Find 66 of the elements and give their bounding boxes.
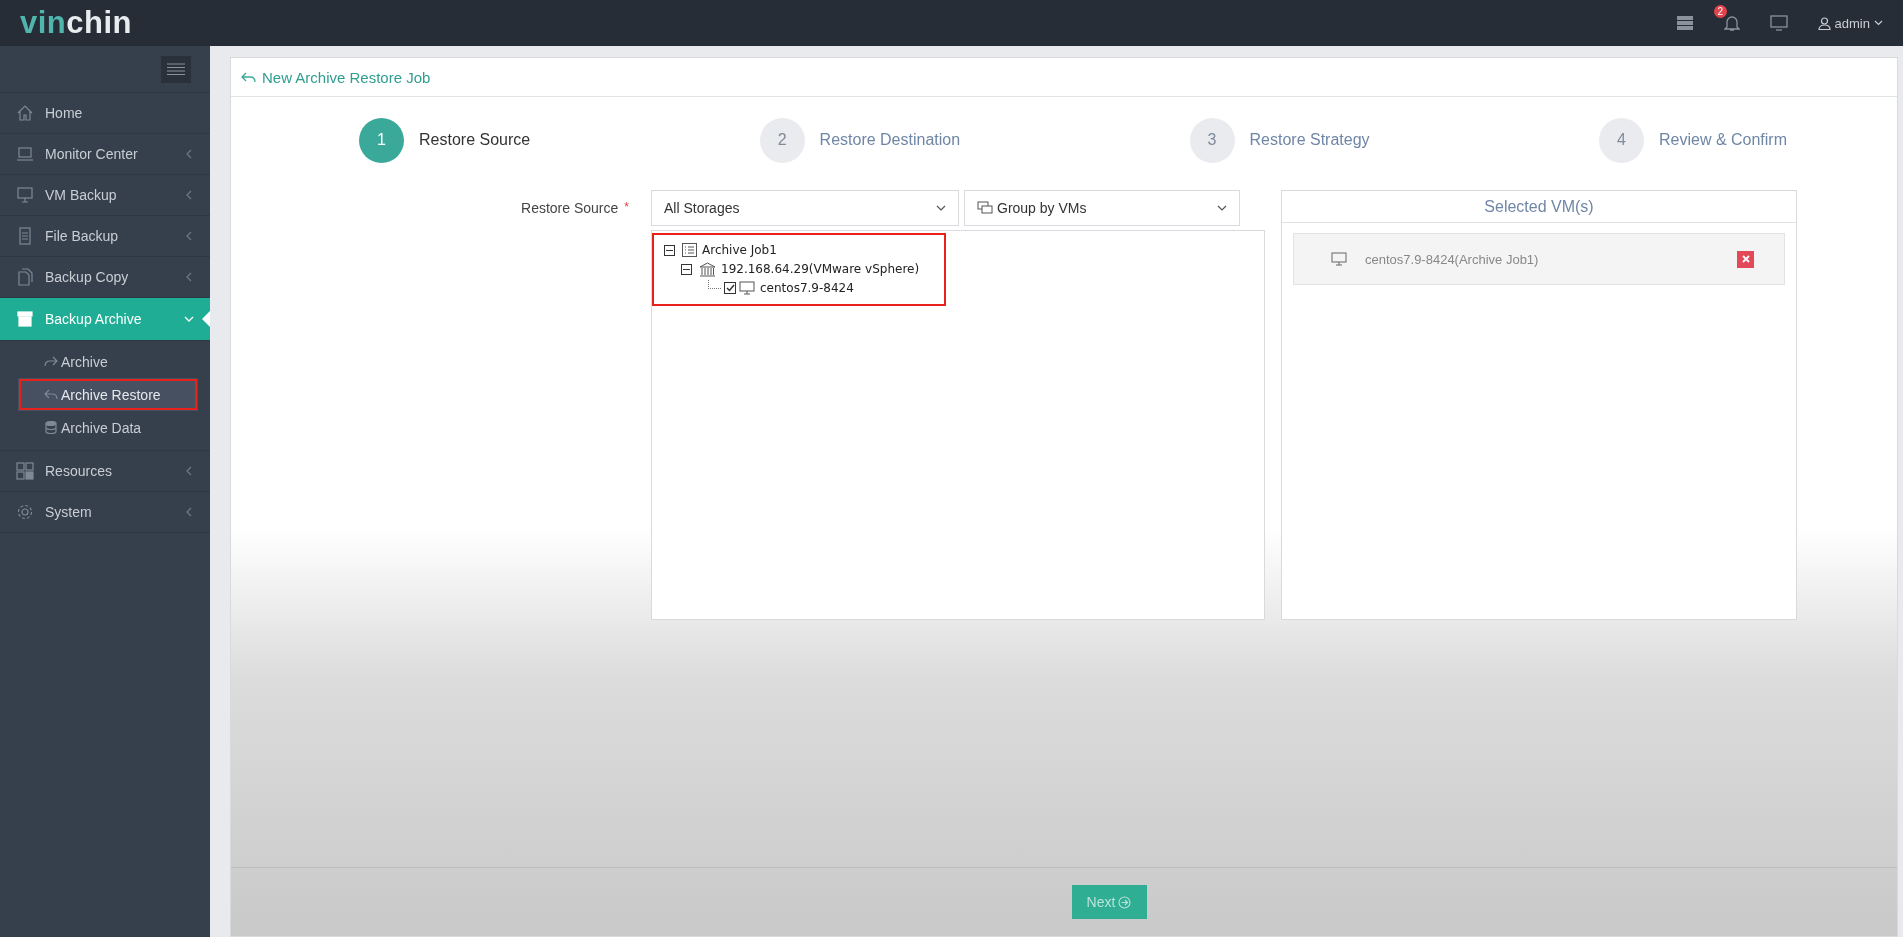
group-select[interactable]: Group by VMs [964,190,1240,226]
windows-icon [977,201,993,215]
required-mark: * [624,200,629,214]
submenu-item[interactable]: Archive [0,345,210,378]
list-icon [682,243,697,257]
monitor-icon[interactable] [1769,15,1788,31]
step-label: Restore Destination [819,131,961,149]
submenu-item[interactable]: Archive Restore [18,378,198,411]
field-label: Restore Source [521,200,619,216]
monitor-icon [739,281,755,295]
laptop-icon [16,145,34,163]
step-label: Review & Confirm [1658,131,1787,149]
notification-badge: 2 [1713,5,1728,18]
step-number: 1 [359,117,404,163]
collapse-toggle[interactable] [681,263,692,275]
step-number: 4 [1598,117,1644,163]
tree-connector [708,279,721,289]
server-icon[interactable] [1675,15,1694,31]
tree-node[interactable]: centos7.9-8424 [758,281,854,295]
checkbox[interactable] [724,282,736,294]
bank-icon [699,261,716,277]
file-icon [16,227,34,245]
storage-select[interactable]: All Storages [651,190,959,226]
caret-icon [1217,205,1227,211]
vm-name: centos7.9-8424(Archive Job1) [1365,251,1540,267]
menu-icon [167,63,185,75]
collapse-toggle[interactable] [664,244,675,256]
chevron-down-icon [184,314,194,324]
monitor-icon [16,186,34,204]
chevron-left-icon [184,149,194,159]
gear-icon [16,503,34,521]
step-number: 2 [759,117,805,163]
remove-button[interactable] [1737,250,1754,268]
home-icon [16,104,34,122]
caret-icon [1874,20,1883,26]
logo: vinchin [20,5,133,41]
chevron-left-icon [184,272,194,282]
copy-icon [16,268,34,286]
archive-icon [16,310,34,328]
chevron-left-icon [184,190,194,200]
step-label: Restore Source [419,131,531,149]
submenu-item[interactable]: Archive Data [0,411,210,444]
chevron-left-icon [184,507,194,517]
grid-icon [16,462,34,480]
caret-icon [936,205,946,211]
arrow-circle-icon [1118,895,1132,909]
forward-arrow-icon [44,355,58,368]
sidebar-item[interactable]: Resources [0,451,210,492]
user-icon [1817,16,1831,30]
tree-node[interactable]: Archive Job1 [700,243,777,257]
close-icon [1741,255,1750,263]
reply-arrow-icon [241,70,257,84]
panel-title: New Archive Restore Job [262,68,431,86]
chevron-left-icon [184,466,194,476]
step-number: 3 [1189,117,1235,163]
tree-node[interactable]: 192.168.64.29(VMware vSphere) [719,262,920,276]
step-label: Restore Strategy [1249,131,1370,149]
reply-arrow-icon [44,388,58,401]
check-icon [725,284,735,292]
user-menu[interactable]: admin [1817,15,1883,31]
database-icon [44,421,58,434]
bell-icon[interactable] [1723,14,1740,32]
chevron-left-icon [184,231,194,241]
monitor-icon [1331,252,1347,266]
selected-title: Selected VM(s) [1282,191,1796,223]
menu-button[interactable] [161,55,191,83]
